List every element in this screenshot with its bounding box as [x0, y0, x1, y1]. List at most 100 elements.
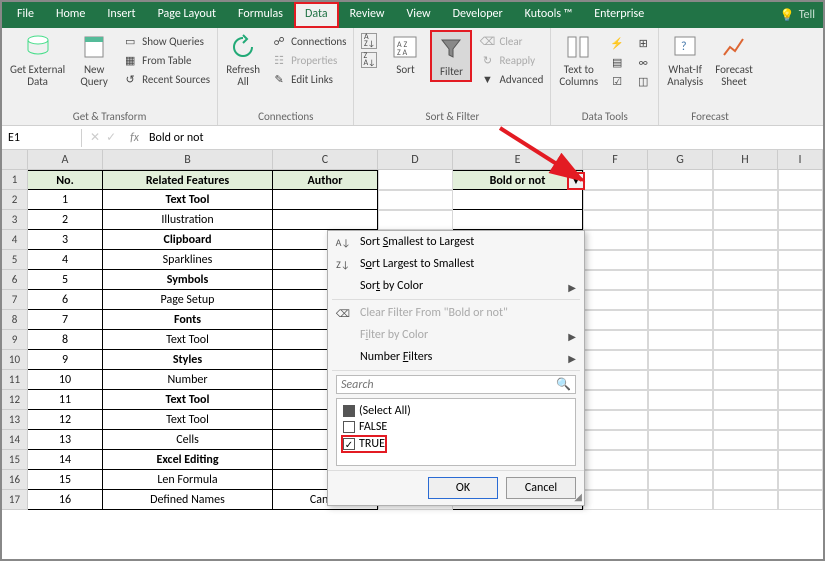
cell[interactable] [778, 170, 823, 190]
cell[interactable] [778, 190, 823, 210]
row-header[interactable]: 12 [2, 390, 28, 410]
formula-input[interactable]: Bold or not [145, 131, 208, 145]
row-header[interactable]: 9 [2, 330, 28, 350]
row-header[interactable]: 7 [2, 290, 28, 310]
cell-no[interactable]: 8 [28, 330, 103, 350]
row-header[interactable]: 16 [2, 470, 28, 490]
row-header[interactable]: 8 [2, 310, 28, 330]
cell-no[interactable]: 12 [28, 410, 103, 430]
select-all-checkbox[interactable]: (Select All) [341, 403, 571, 419]
cell[interactable] [778, 490, 823, 510]
new-query-button[interactable]: New Query [73, 30, 115, 90]
cell[interactable] [778, 350, 823, 370]
filter-search[interactable]: 🔍 [336, 375, 576, 394]
row-header[interactable]: 14 [2, 430, 28, 450]
cell-no[interactable]: 2 [28, 210, 103, 230]
recent-sources-button[interactable]: ↺Recent Sources [119, 70, 213, 88]
filter-dropdown-arrow[interactable]: ▼ [567, 172, 585, 190]
tab-review[interactable]: Review [339, 2, 396, 28]
col-B[interactable]: B [103, 150, 273, 169]
cell[interactable] [713, 310, 778, 330]
cell-feature[interactable]: Fonts [103, 310, 273, 330]
what-if-button[interactable]: ? What-If Analysis [663, 30, 707, 90]
row-header[interactable]: 4 [2, 230, 28, 250]
name-box[interactable]: E1 [2, 129, 82, 147]
cell[interactable] [648, 290, 713, 310]
cell-feature[interactable]: Illustration [103, 210, 273, 230]
sort-button[interactable]: A ZZ A Sort [384, 30, 426, 78]
properties-button[interactable]: ☷Properties [268, 51, 349, 69]
cell-no[interactable]: 16 [28, 490, 103, 510]
cell[interactable] [583, 230, 648, 250]
cell[interactable] [778, 310, 823, 330]
cell-no[interactable]: 14 [28, 450, 103, 470]
cell-author[interactable] [273, 190, 378, 210]
cancel-button[interactable]: Cancel [506, 477, 576, 499]
col-I[interactable]: I [778, 150, 823, 169]
cell[interactable] [713, 210, 778, 230]
cell[interactable] [778, 330, 823, 350]
cell[interactable] [713, 270, 778, 290]
cell-feature[interactable]: Text Tool [103, 390, 273, 410]
cell-feature[interactable]: Page Setup [103, 290, 273, 310]
cell[interactable] [713, 230, 778, 250]
cancel-formula-icon[interactable]: ✕ [90, 130, 100, 145]
row-header[interactable]: 3 [2, 210, 28, 230]
tab-file[interactable]: File [6, 2, 45, 28]
cell[interactable] [648, 270, 713, 290]
tab-home[interactable]: Home [45, 2, 96, 28]
cell[interactable] [648, 210, 713, 230]
cell[interactable] [713, 490, 778, 510]
col-D[interactable]: D [378, 150, 453, 169]
number-filters-item[interactable]: Number Filters ▶ [328, 346, 584, 368]
cell[interactable] [583, 210, 648, 230]
col-H[interactable]: H [713, 150, 778, 169]
cell[interactable] [713, 350, 778, 370]
consolidate-button[interactable]: ⊞ [632, 34, 654, 52]
cell[interactable] [648, 390, 713, 410]
cell[interactable] [583, 350, 648, 370]
true-checkbox[interactable]: ✓TRUE [341, 435, 387, 453]
cell-no[interactable]: 3 [28, 230, 103, 250]
sort-asc-item[interactable]: A↓ Sort Smallest to Largest [328, 231, 584, 253]
cell[interactable] [713, 290, 778, 310]
cell[interactable] [778, 430, 823, 450]
cell[interactable] [378, 170, 453, 190]
cell[interactable] [713, 190, 778, 210]
tab-enterprise[interactable]: Enterprise [583, 2, 655, 28]
col-G[interactable]: G [648, 150, 713, 169]
from-table-button[interactable]: ▦From Table [119, 51, 213, 69]
header-no[interactable]: No. [28, 170, 103, 190]
cell[interactable] [583, 450, 648, 470]
resize-grip-icon[interactable]: ◢ [574, 490, 582, 503]
cell[interactable] [648, 450, 713, 470]
remove-duplicates-button[interactable]: ▤ [606, 53, 628, 71]
tab-formulas[interactable]: Formulas [227, 2, 294, 28]
cell[interactable] [583, 390, 648, 410]
cell[interactable] [648, 310, 713, 330]
cell[interactable] [648, 190, 713, 210]
cell[interactable] [778, 210, 823, 230]
cell-feature[interactable]: Clipboard [103, 230, 273, 250]
cell[interactable] [778, 370, 823, 390]
tab-data[interactable]: Data [294, 2, 339, 28]
tell-me[interactable]: 💡 Tell [772, 2, 823, 28]
cell-no[interactable]: 7 [28, 310, 103, 330]
cell-feature[interactable]: Cells [103, 430, 273, 450]
sort-asc-button[interactable]: AZ↓ [358, 32, 380, 50]
cell[interactable] [583, 330, 648, 350]
refresh-all-button[interactable]: Refresh All [222, 30, 264, 90]
text-to-columns-button[interactable]: Text to Columns [555, 30, 602, 90]
cell-no[interactable]: 15 [28, 470, 103, 490]
show-queries-button[interactable]: ▭Show Queries [119, 32, 213, 50]
cell-feature[interactable]: Len Formula [103, 470, 273, 490]
tab-developer[interactable]: Developer [442, 2, 514, 28]
cell[interactable] [648, 330, 713, 350]
cell-no[interactable]: 9 [28, 350, 103, 370]
cell-boldornot[interactable] [453, 210, 583, 230]
row-header[interactable]: 1 [2, 170, 28, 190]
cell[interactable] [583, 490, 648, 510]
cell[interactable] [713, 470, 778, 490]
cell-no[interactable]: 13 [28, 430, 103, 450]
cell[interactable] [713, 390, 778, 410]
